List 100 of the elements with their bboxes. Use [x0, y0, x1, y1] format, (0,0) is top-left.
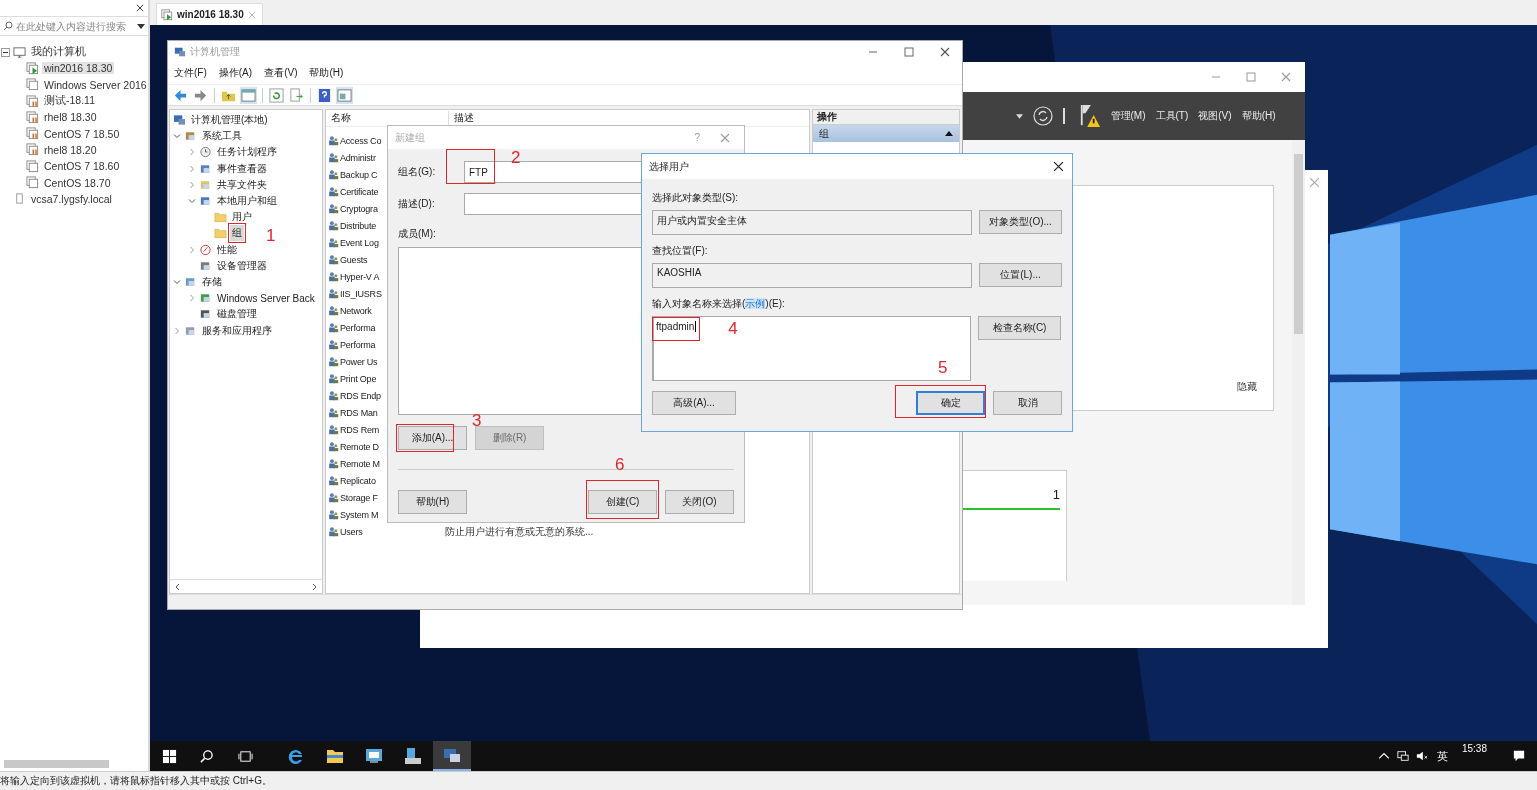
tree-item[interactable]: 用户	[230, 209, 254, 226]
tree-item[interactable]: 事件查看器	[215, 160, 269, 177]
tree-item[interactable]: vcsa7.lygsfy.local	[29, 192, 114, 205]
input-method-indicator[interactable]: 英	[1436, 748, 1448, 764]
menu-item[interactable]: 文件(F)	[174, 66, 207, 80]
scrollbar[interactable]	[170, 579, 322, 593]
chevron-down-icon[interactable]	[173, 277, 181, 286]
tool-icon	[199, 292, 212, 305]
network-icon[interactable]	[1396, 750, 1409, 762]
menu-item[interactable]: 操作(A)	[218, 66, 253, 80]
tree-item[interactable]: 组	[230, 225, 244, 242]
dropdown-icon[interactable]	[137, 23, 145, 29]
menu-item[interactable]: 工具(T)	[1155, 109, 1189, 123]
group-icon	[328, 458, 339, 469]
tree-item[interactable]: 测试-18.11	[42, 94, 97, 109]
tree-item[interactable]: rhel8 18.20	[42, 143, 99, 156]
button[interactable]: 位置(L)...	[979, 263, 1062, 287]
tree-item[interactable]: Windows Server Back	[215, 291, 317, 305]
collapse-icon[interactable]	[945, 131, 953, 136]
tree-item[interactable]: 设备管理器	[215, 257, 269, 274]
tree-item[interactable]: 任务计划程序	[215, 144, 279, 161]
group-icon	[328, 407, 339, 418]
menu-item[interactable]: 帮助(H)	[1241, 109, 1276, 123]
button[interactable]: 帮助(H)	[398, 490, 467, 514]
tree-item[interactable]: 我的计算机	[29, 45, 88, 60]
group-icon	[328, 305, 339, 316]
tree-item[interactable]: CentOS 7 18.60	[42, 160, 122, 173]
windows-start-icon[interactable]	[162, 748, 177, 764]
tree-item[interactable]: 存储	[200, 273, 224, 290]
help-icon[interactable]	[316, 86, 333, 104]
tree-item[interactable]: CentOS 18.70	[42, 176, 113, 189]
button[interactable]: 添加(A)...	[398, 426, 467, 450]
export-icon[interactable]	[288, 86, 305, 104]
scroll-right-icon[interactable]	[312, 582, 318, 591]
tab[interactable]: win2016 18.30	[156, 3, 263, 25]
column-header[interactable]: 描述	[449, 111, 474, 125]
close-icon[interactable]	[940, 46, 950, 57]
action-section[interactable]: 组	[813, 125, 959, 142]
group-icon	[328, 135, 339, 146]
tree-item[interactable]: 计算机管理(本地)	[189, 112, 270, 129]
button[interactable]: 取消	[993, 391, 1062, 415]
task-view-icon[interactable]	[238, 748, 253, 764]
tool-icon	[184, 130, 197, 143]
example-link[interactable]: 示例	[745, 298, 766, 309]
maximize-icon[interactable]	[1246, 72, 1256, 82]
search-field[interactable]: 在此处键入内容进行搜索	[0, 16, 148, 36]
button[interactable]: 对象类型(O)...	[979, 210, 1062, 234]
menu-item[interactable]: 帮助(H)	[309, 66, 344, 80]
chevron-down-icon[interactable]	[173, 132, 181, 141]
group-icon	[328, 288, 339, 299]
menu-item[interactable]: 查看(V)	[264, 66, 298, 80]
pane-icon[interactable]	[240, 86, 257, 104]
button[interactable]: 创建(C)	[588, 490, 657, 514]
button[interactable]: 确定	[916, 391, 985, 415]
scrollbar[interactable]	[4, 760, 109, 768]
collapse-icon[interactable]	[1, 47, 10, 57]
group-icon	[328, 441, 339, 452]
tool-icon	[199, 308, 212, 321]
tree-item[interactable]: 本地用户和组	[215, 193, 279, 210]
input-field: 用户或内置安全主体	[652, 210, 972, 235]
dropdown-icon[interactable]	[1016, 113, 1023, 119]
tree-item[interactable]: 磁盘管理	[215, 306, 259, 323]
annotation-number: 1	[266, 227, 276, 245]
notification-icon[interactable]	[1513, 750, 1525, 762]
tree-item[interactable]: 服务和应用程序	[200, 322, 274, 339]
hide-link[interactable]: 隐藏	[1237, 380, 1257, 394]
tree-item[interactable]: win2016 18.30	[42, 62, 115, 75]
folder-icon	[214, 211, 227, 224]
group-icon	[328, 475, 339, 486]
flag-warning-icon[interactable]	[1078, 103, 1101, 129]
search-icon[interactable]	[199, 748, 214, 764]
button[interactable]: 检查名称(C)	[978, 316, 1061, 340]
chevron-up-icon[interactable]	[1377, 750, 1390, 762]
maximize-icon[interactable]	[904, 46, 914, 57]
tree-item[interactable]: Windows Server 2016	[42, 78, 149, 91]
clock[interactable]: 15:38	[1461, 743, 1487, 754]
tree-item[interactable]: 共享文件夹	[215, 176, 269, 193]
button[interactable]: 关闭(O)	[665, 490, 734, 514]
volume-icon[interactable]	[1415, 750, 1428, 762]
field-label: 描述(D):	[398, 197, 436, 211]
chevron-down-icon[interactable]	[188, 197, 196, 206]
refresh-icon[interactable]	[268, 86, 285, 104]
tree-item[interactable]: rhel8 18.30	[42, 111, 99, 124]
group-icon	[328, 492, 339, 503]
taskbar-button[interactable]	[433, 741, 471, 771]
tree-item[interactable]: 性能	[215, 241, 239, 258]
tree-item[interactable]: CentOS 7 18.50	[42, 127, 122, 140]
table-cell: Replicato	[340, 475, 376, 486]
tree-item[interactable]: 系统工具	[200, 128, 244, 145]
input-field: KAOSHIA	[652, 263, 972, 288]
button[interactable]: 高级(A)...	[652, 391, 736, 415]
pane-icon[interactable]	[336, 86, 353, 104]
scroll-left-icon[interactable]	[174, 582, 180, 591]
window-title: 计算机管理	[190, 44, 240, 59]
close-icon[interactable]	[1053, 161, 1064, 172]
menu-item[interactable]: 管理(M)	[1110, 109, 1146, 123]
close-icon[interactable]	[136, 4, 144, 12]
field-label: 输入对象名称来选择(示例)(E):	[652, 297, 786, 311]
menu-item[interactable]: 视图(V)	[1198, 109, 1232, 123]
scrollbar[interactable]	[1292, 140, 1305, 605]
